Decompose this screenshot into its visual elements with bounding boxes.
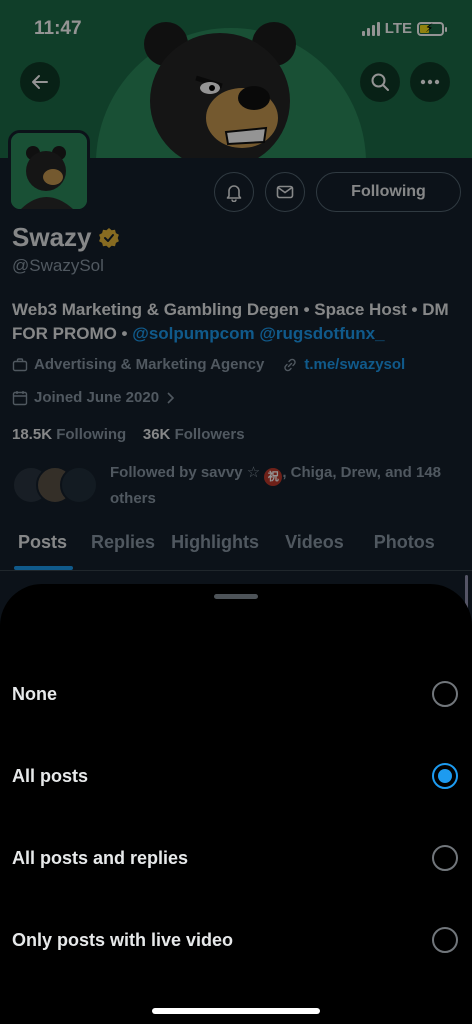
home-indicator[interactable] [152, 1008, 320, 1014]
radio-button[interactable] [432, 927, 458, 953]
radio-button[interactable] [432, 845, 458, 871]
option-label: All posts and replies [12, 847, 189, 868]
option-live-video-only[interactable]: Only posts with live video [0, 899, 472, 981]
radio-button[interactable] [432, 681, 458, 707]
option-label: None [12, 683, 57, 704]
option-label: Only posts with live video [12, 929, 234, 950]
radio-button-selected[interactable] [432, 763, 458, 789]
option-label: All posts [12, 765, 89, 786]
sheet-grabber[interactable] [214, 594, 258, 599]
option-none[interactable]: None [0, 653, 472, 735]
option-all-posts-and-replies[interactable]: All posts and replies [0, 817, 472, 899]
notification-settings-sheet: None All posts All posts and replies Onl… [0, 584, 472, 1024]
option-all-posts[interactable]: All posts [0, 735, 472, 817]
